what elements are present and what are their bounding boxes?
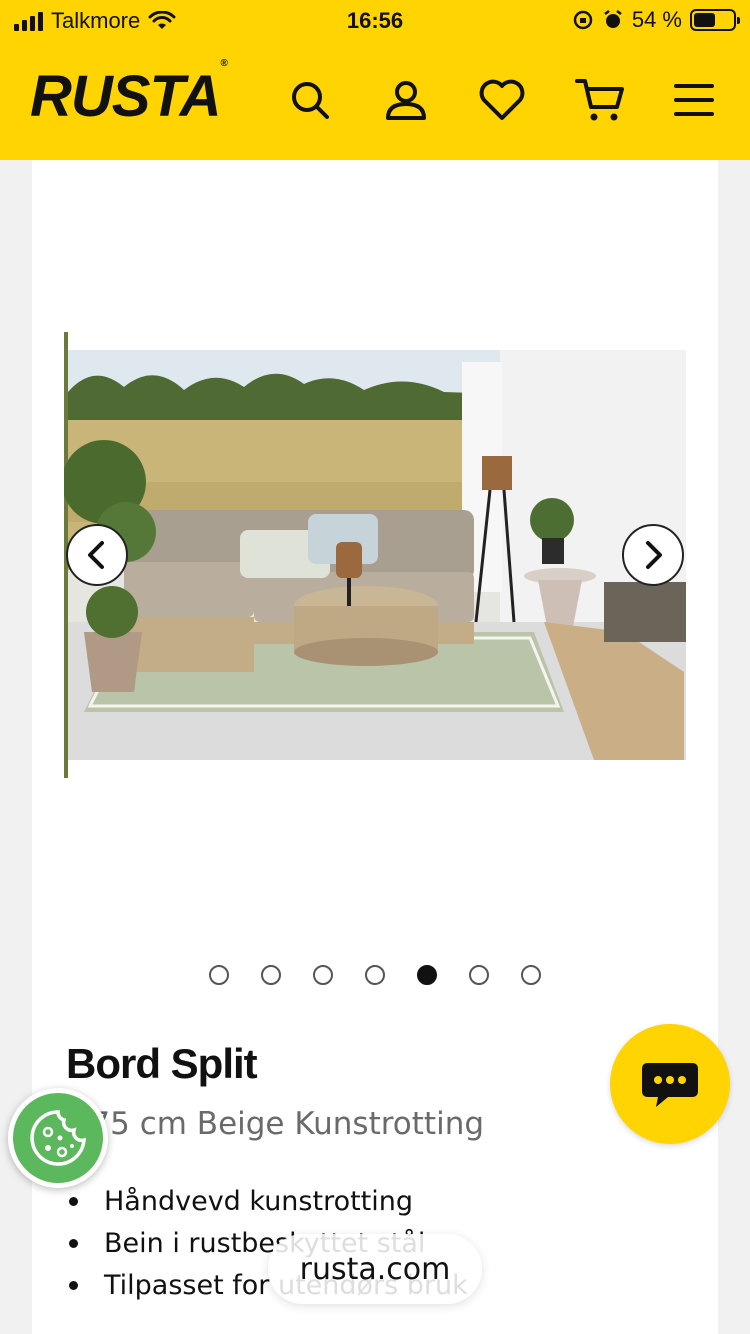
alarm-icon [604, 10, 622, 28]
chevron-left-icon [88, 541, 104, 569]
chevron-right-icon [646, 541, 662, 569]
prev-image-button[interactable] [66, 524, 128, 586]
account-icon[interactable] [380, 74, 432, 126]
battery-icon [690, 9, 740, 31]
menu-icon[interactable] [668, 74, 720, 126]
cookie-settings-button[interactable] [8, 1088, 108, 1188]
pagination-dot[interactable] [521, 965, 541, 985]
chat-button[interactable] [610, 1024, 730, 1144]
browser-url-bar[interactable]: rusta.com [268, 1234, 482, 1304]
product-title: Bord Split [66, 1040, 258, 1087]
search-icon[interactable] [284, 74, 336, 126]
pagination-dot[interactable] [313, 965, 333, 985]
pagination-dot[interactable] [469, 965, 489, 985]
status-right: 54 % [572, 7, 740, 33]
gallery-pagination [0, 965, 750, 987]
cart-icon[interactable] [574, 74, 626, 126]
next-image-button[interactable] [622, 524, 684, 586]
pagination-dot[interactable] [261, 965, 281, 985]
orientation-lock-icon [573, 10, 593, 30]
cookie-icon [30, 1110, 86, 1166]
rusta-logo[interactable]: RUSTA® [30, 58, 228, 126]
pagination-dot[interactable] [417, 965, 437, 985]
heart-icon[interactable] [476, 74, 528, 126]
status-bar: Talkmore 16:56 54 % [0, 0, 750, 42]
pagination-dot[interactable] [209, 965, 229, 985]
top-header: Talkmore 16:56 54 % RUSTA® [0, 0, 750, 160]
product-image[interactable] [64, 332, 686, 778]
product-subtitle: Ø75 cm Beige Kunstrotting [66, 1106, 485, 1142]
chat-bubble-icon [642, 1063, 698, 1107]
pagination-dot[interactable] [365, 965, 385, 985]
battery-percent: 54 % [631, 7, 682, 32]
feature-item: Håndvevd kunstrotting [66, 1184, 468, 1226]
